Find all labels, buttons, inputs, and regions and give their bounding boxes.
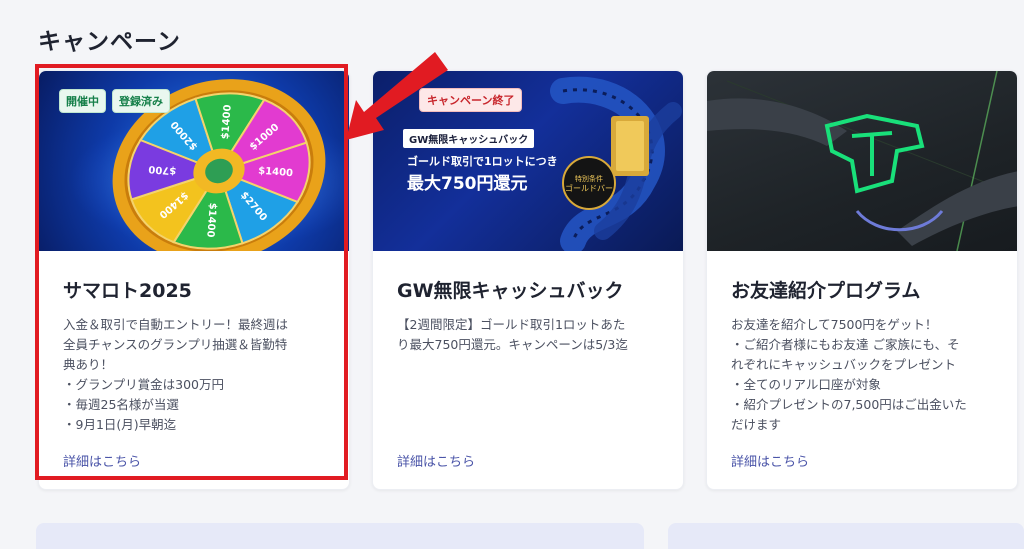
description-line: ・グランプリ賞金は300万円 bbox=[63, 377, 224, 392]
bottom-panel-left bbox=[36, 523, 644, 549]
description-line: お友達を紹介して7500円をゲット！ bbox=[731, 317, 938, 332]
banner-subheading: ゴールド取引で1ロットにつき bbox=[407, 155, 558, 168]
campaign-card-gw-cashback[interactable]: 特別条件 ゴールドバー キャンペーン終了 GW無限キャッシュバック ゴールド取引… bbox=[372, 70, 684, 490]
campaign-banner-wheel[interactable]: $1400 $2700 $1400 $1400 $700 $2000 $1400 $1000 … bbox=[39, 71, 349, 251]
details-link[interactable]: 詳細はこちら bbox=[731, 451, 809, 470]
page-title: キャンペーン bbox=[38, 29, 181, 55]
banner-tag: GW無限キャッシュバック bbox=[403, 129, 535, 148]
campaign-banner-gold[interactable]: 特別条件 ゴールドバー キャンペーン終了 GW無限キャッシュバック ゴールド取引… bbox=[373, 71, 683, 251]
card-description: お友達を紹介して7500円をゲット！ ・ご紹介者様にもお友達 ご家族にも、そ れ… bbox=[731, 315, 997, 435]
banner-headline: 最大750円還元 bbox=[407, 174, 528, 194]
description-line: ・全てのリアル口座が対象 bbox=[731, 377, 881, 392]
description-line: ・ご紹介者様にもお友達 ご家族にも、そ bbox=[731, 337, 960, 352]
card-title: お友達紹介プログラム bbox=[731, 280, 921, 302]
wheel-label: $700 bbox=[148, 163, 177, 176]
description-line: 典あり！ bbox=[63, 357, 114, 372]
description-line: ・毎週25名様が当選 bbox=[63, 397, 179, 412]
campaign-banner-referral[interactable] bbox=[707, 71, 1017, 251]
description-line: れぞれにキャッシュバックをプレゼント bbox=[731, 357, 957, 372]
card-title: サマロト2025 bbox=[63, 280, 192, 302]
campaign-card-summer-lotto[interactable]: $1400 $2700 $1400 $1400 $700 $2000 $1400 $1000 … bbox=[38, 70, 350, 490]
description-line: だけます bbox=[731, 417, 782, 432]
status-badge-ended: キャンペーン終了 bbox=[419, 88, 523, 112]
description-line: 入金＆取引で自動エントリー！最終週は bbox=[63, 317, 289, 332]
status-badge-registered: 登録済み bbox=[112, 89, 170, 113]
card-title: GW無限キャッシュバック bbox=[397, 280, 624, 302]
description-line: り最大750円還元。キャンペーンは5/3迄 bbox=[397, 337, 628, 352]
details-link[interactable]: 詳細はこちら bbox=[63, 451, 141, 470]
bottom-panel-right bbox=[668, 523, 1024, 549]
neon-hands-illustration bbox=[707, 71, 1017, 251]
description-line: 全員チャンスのグランプリ抽選＆皆勤特 bbox=[63, 337, 288, 352]
description-line: ・9月1日(月)早朝迄 bbox=[63, 417, 177, 432]
svg-text:特別条件: 特別条件 bbox=[575, 174, 603, 183]
card-description: 【2週間限定】ゴールド取引1ロットあた り最大750円還元。キャンペーンは5/3… bbox=[397, 315, 663, 355]
description-line: ・紹介プレゼントの7,500円はご出金いた bbox=[731, 397, 967, 412]
svg-text:ゴールドバー: ゴールドバー bbox=[565, 183, 613, 193]
campaign-card-referral[interactable]: お友達紹介プログラム お友達を紹介して7500円をゲット！ ・ご紹介者様にもお友… bbox=[706, 70, 1018, 490]
card-description: 入金＆取引で自動エントリー！最終週は 全員チャンスのグランプリ抽選＆皆勤特 典あ… bbox=[63, 315, 329, 435]
description-line: 【2週間限定】ゴールド取引1ロットあた bbox=[397, 317, 626, 332]
details-link[interactable]: 詳細はこちら bbox=[397, 451, 475, 470]
status-badge-active: 開催中 bbox=[59, 89, 106, 113]
